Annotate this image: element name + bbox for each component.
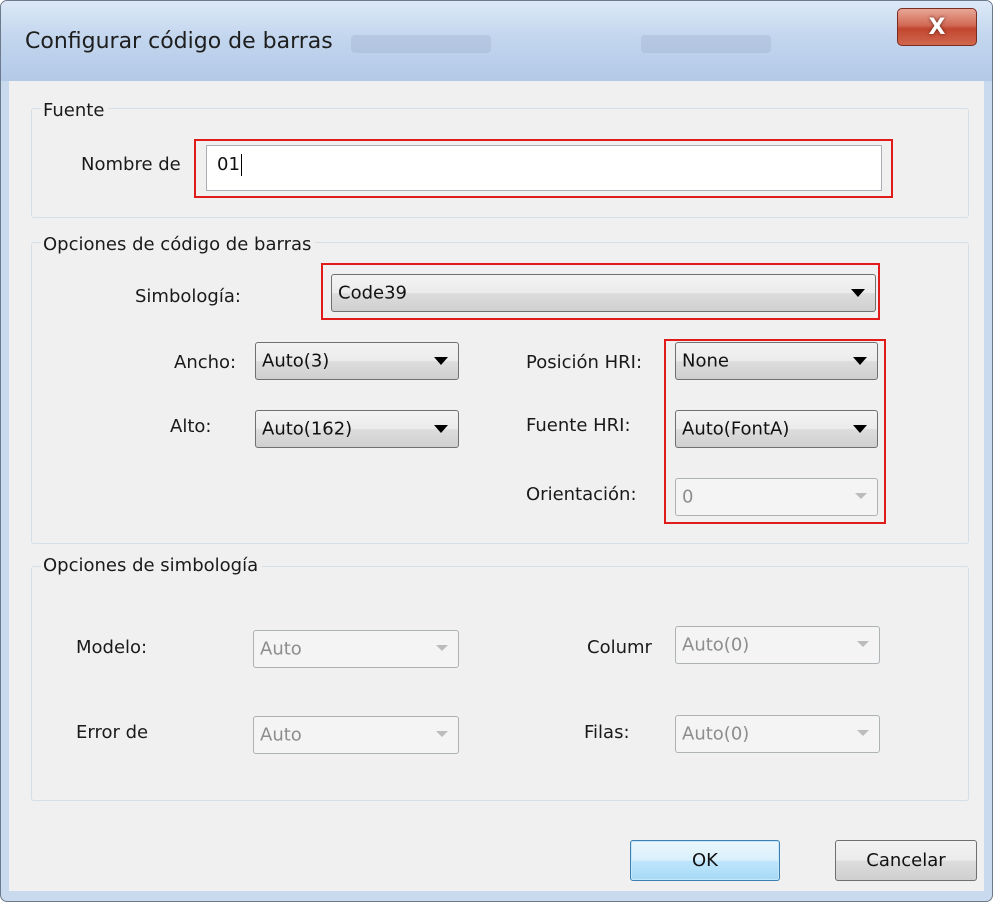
columns-label: Columr bbox=[587, 637, 652, 658]
rows-select[interactable]: Auto(0) bbox=[675, 715, 880, 753]
background-ghost-text bbox=[351, 35, 491, 53]
group-symbology-options bbox=[31, 566, 969, 801]
height-select[interactable]: Auto(162) bbox=[255, 410, 459, 448]
highlight-symbology bbox=[321, 263, 880, 320]
chevron-down-icon bbox=[434, 425, 448, 433]
cancel-button[interactable]: Cancelar bbox=[835, 840, 977, 881]
close-button[interactable]: X bbox=[897, 8, 977, 46]
hri-position-label: Posición HRI: bbox=[526, 352, 643, 373]
model-select[interactable]: Auto bbox=[253, 630, 459, 668]
dialog-title: Configurar código de barras bbox=[25, 29, 333, 54]
rows-select-value: Auto(0) bbox=[682, 723, 750, 745]
close-icon: X bbox=[928, 14, 946, 40]
chevron-down-icon bbox=[436, 731, 448, 737]
hri-font-label: Fuente HRI: bbox=[526, 415, 631, 436]
width-select-value: Auto(3) bbox=[262, 350, 330, 372]
group-symbology-options-legend: Opciones de simbología bbox=[41, 555, 263, 576]
rows-label: Filas: bbox=[584, 722, 630, 743]
dialog-window: Configurar código de barras X Fuente Nom… bbox=[0, 0, 993, 902]
model-select-value: Auto bbox=[260, 638, 302, 660]
name-label: Nombre de bbox=[81, 154, 181, 175]
ok-button[interactable]: OK bbox=[630, 840, 780, 881]
model-label: Modelo: bbox=[76, 637, 148, 658]
chevron-down-icon bbox=[434, 357, 448, 365]
error-label: Error de bbox=[76, 722, 149, 743]
columns-select[interactable]: Auto(0) bbox=[675, 626, 880, 664]
title-bar[interactable]: Configurar código de barras X bbox=[1, 1, 992, 81]
highlight-name-box bbox=[194, 139, 893, 198]
chevron-down-icon bbox=[857, 730, 869, 736]
group-fuente-legend: Fuente bbox=[41, 100, 109, 121]
symbology-label: Simbología: bbox=[135, 286, 241, 307]
orientation-label: Orientación: bbox=[526, 484, 637, 505]
width-select[interactable]: Auto(3) bbox=[255, 342, 459, 380]
background-ghost-text bbox=[641, 35, 771, 53]
error-select-value: Auto bbox=[260, 724, 302, 746]
dialog-client-area: Fuente Nombre de 01 Opciones de código d… bbox=[9, 81, 984, 891]
height-select-value: Auto(162) bbox=[262, 418, 353, 440]
height-label: Alto: bbox=[170, 416, 212, 437]
chevron-down-icon bbox=[857, 641, 869, 647]
error-select[interactable]: Auto bbox=[253, 716, 459, 754]
group-barcode-options-legend: Opciones de código de barras bbox=[41, 234, 316, 255]
highlight-hri-options bbox=[664, 339, 886, 524]
width-label: Ancho: bbox=[174, 352, 237, 373]
chevron-down-icon bbox=[436, 645, 448, 651]
columns-select-value: Auto(0) bbox=[682, 634, 750, 656]
